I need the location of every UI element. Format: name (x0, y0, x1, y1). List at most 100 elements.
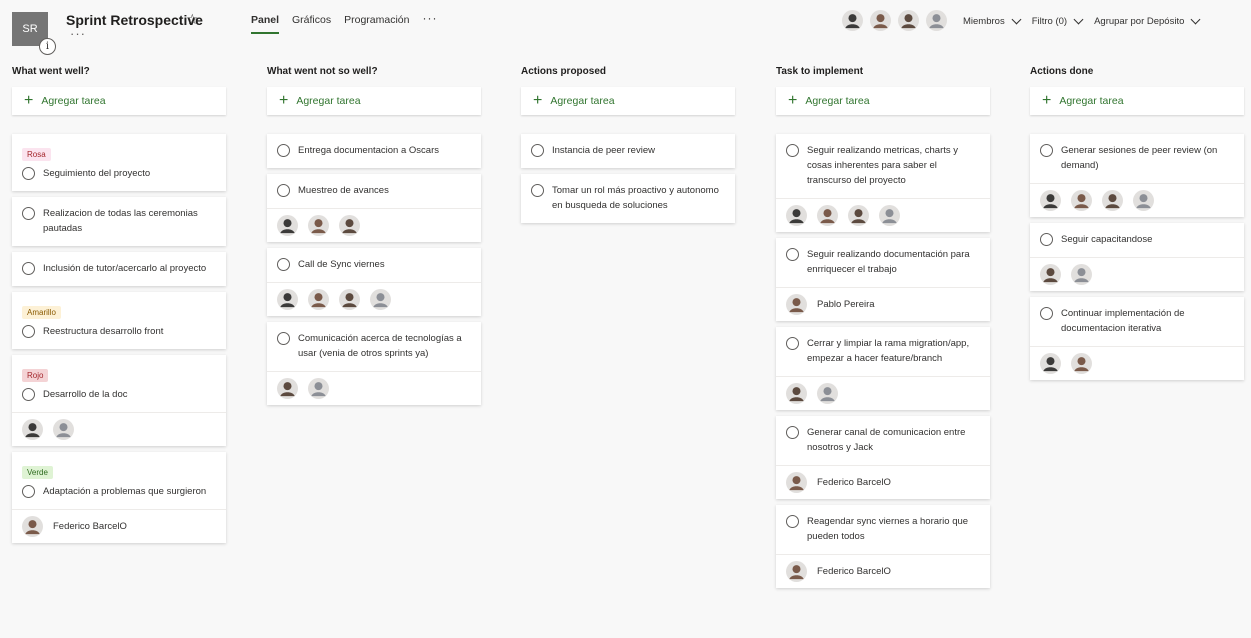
avatar[interactable] (1040, 353, 1061, 374)
complete-task-checkbox[interactable] (22, 207, 35, 220)
task-card[interactable]: Seguir capacitandose (1030, 223, 1244, 291)
group-by-dropdown[interactable]: Agrupar por Depósito (1094, 14, 1201, 27)
bucket-title[interactable]: What went well? (12, 66, 226, 80)
complete-task-checkbox[interactable] (22, 262, 35, 275)
complete-task-checkbox[interactable] (277, 258, 290, 271)
complete-task-checkbox[interactable] (1040, 307, 1053, 320)
avatar[interactable] (339, 215, 360, 236)
star-icon[interactable]: ☆ (186, 11, 199, 28)
avatar[interactable] (308, 378, 329, 399)
complete-task-checkbox[interactable] (531, 184, 544, 197)
task-card[interactable]: Call de Sync viernes (267, 248, 481, 316)
bucket-title[interactable]: What went not so well? (267, 66, 481, 80)
task-card[interactable]: Reagendar sync viernes a horario que pue… (776, 505, 990, 588)
avatar[interactable] (1071, 264, 1092, 285)
complete-task-checkbox[interactable] (277, 332, 290, 345)
assignee[interactable]: Federico BarcelO (22, 516, 127, 537)
add-task-button[interactable]: + Agregar tarea (1030, 87, 1244, 115)
task-card[interactable]: Tomar un rol más proactivo y autonomo en… (521, 174, 735, 223)
complete-task-checkbox[interactable] (1040, 144, 1053, 157)
bucket-column: Task to implement + Agregar tarea Seguir re… (776, 66, 990, 594)
task-card[interactable]: Generar sesiones de peer review (on dema… (1030, 134, 1244, 217)
complete-task-checkbox[interactable] (22, 167, 35, 180)
task-card[interactable]: Realizacion de todas las ceremonias paut… (12, 197, 226, 246)
avatar[interactable] (1040, 264, 1061, 285)
tab-graficos[interactable]: Gráficos (292, 14, 331, 34)
task-card[interactable]: Instancia de peer review (521, 134, 735, 168)
info-icon[interactable]: i (39, 38, 56, 55)
avatar[interactable] (1040, 190, 1061, 211)
member-avatar[interactable] (926, 10, 948, 32)
avatar[interactable] (277, 289, 298, 310)
task-card[interactable]: Inclusión de tutor/acercarlo al proyecto (12, 252, 226, 286)
tab-programacion[interactable]: Programación (344, 14, 409, 34)
avatar[interactable] (879, 205, 900, 226)
avatar[interactable] (817, 383, 838, 404)
complete-task-checkbox[interactable] (531, 144, 544, 157)
task-card[interactable]: Amarillo Reestructura desarrollo front (12, 292, 226, 349)
bucket-title[interactable]: Actions proposed (521, 66, 735, 80)
complete-task-checkbox[interactable] (786, 515, 799, 528)
complete-task-checkbox[interactable] (22, 485, 35, 498)
avatar[interactable] (1071, 353, 1092, 374)
bucket-column: Actions done + Agregar tarea Generar sesion… (1030, 66, 1244, 386)
task-row: Call de Sync viernes (277, 258, 471, 272)
task-card[interactable]: Rosa Seguimiento del proyecto (12, 134, 226, 191)
task-card[interactable]: Comunicación acerca de tecnologías a usa… (267, 322, 481, 405)
task-card[interactable]: Seguir realizando documentación para enr… (776, 238, 990, 321)
member-avatar[interactable] (842, 10, 864, 32)
avatar[interactable] (53, 419, 74, 440)
avatar[interactable] (308, 289, 329, 310)
member-avatars[interactable] (842, 10, 954, 32)
avatar[interactable] (339, 289, 360, 310)
member-avatar[interactable] (898, 10, 920, 32)
avatar[interactable] (1133, 190, 1154, 211)
avatar[interactable] (786, 383, 807, 404)
complete-task-checkbox[interactable] (786, 337, 799, 350)
task-card[interactable]: Continuar implementación de documentacio… (1030, 297, 1244, 380)
task-card[interactable]: Entrega documentacion a Oscars (267, 134, 481, 168)
member-avatar[interactable] (870, 10, 892, 32)
assignee[interactable]: Pablo Pereira (786, 294, 875, 315)
avatar[interactable] (848, 205, 869, 226)
task-card[interactable]: Verde Adaptación a problemas que surgiero… (12, 452, 226, 543)
avatar[interactable] (817, 205, 838, 226)
avatar[interactable] (277, 215, 298, 236)
task-card[interactable]: Cerrar y limpiar la rama migration/app, … (776, 327, 990, 410)
bucket-title[interactable]: Task to implement (776, 66, 990, 80)
tabs-more-icon[interactable]: ··· (422, 11, 437, 34)
add-task-button[interactable]: + Agregar tarea (521, 87, 735, 115)
task-card[interactable]: Muestreo de avances (267, 174, 481, 242)
avatar[interactable] (370, 289, 391, 310)
task-card[interactable]: Rojo Desarrollo de la doc (12, 355, 226, 446)
complete-task-checkbox[interactable] (1040, 233, 1053, 246)
complete-task-checkbox[interactable] (277, 144, 290, 157)
task-card[interactable]: Generar canal de comunicacion entre noso… (776, 416, 990, 499)
plus-icon: + (24, 92, 34, 109)
complete-task-checkbox[interactable] (22, 388, 35, 401)
avatar[interactable] (308, 215, 329, 236)
avatar[interactable] (277, 378, 298, 399)
task-title: Seguir capacitandose (1061, 234, 1153, 245)
tab-panel[interactable]: Panel (251, 14, 280, 34)
avatar[interactable] (22, 419, 43, 440)
assignee[interactable]: Federico BarcelO (786, 472, 891, 493)
assignee[interactable]: Federico BarcelO (786, 561, 891, 582)
plan-more-icon[interactable]: ··· (70, 26, 86, 41)
add-task-button[interactable]: + Agregar tarea (776, 87, 990, 115)
avatar[interactable] (1102, 190, 1123, 211)
add-task-button[interactable]: + Agregar tarea (12, 87, 226, 115)
complete-task-checkbox[interactable] (277, 184, 290, 197)
members-dropdown[interactable]: Miembros (963, 14, 1022, 27)
complete-task-checkbox[interactable] (22, 325, 35, 338)
complete-task-checkbox[interactable] (786, 144, 799, 157)
add-task-button[interactable]: + Agregar tarea (267, 87, 481, 115)
task-card-body: Seguir realizando documentación para enr… (776, 238, 990, 287)
avatar[interactable] (786, 205, 807, 226)
avatar[interactable] (1071, 190, 1092, 211)
complete-task-checkbox[interactable] (786, 426, 799, 439)
bucket-title[interactable]: Actions done (1030, 66, 1244, 80)
complete-task-checkbox[interactable] (786, 248, 799, 261)
filter-dropdown[interactable]: Filtro (0) (1032, 14, 1084, 27)
task-card[interactable]: Seguir realizando metricas, charts y cos… (776, 134, 990, 232)
